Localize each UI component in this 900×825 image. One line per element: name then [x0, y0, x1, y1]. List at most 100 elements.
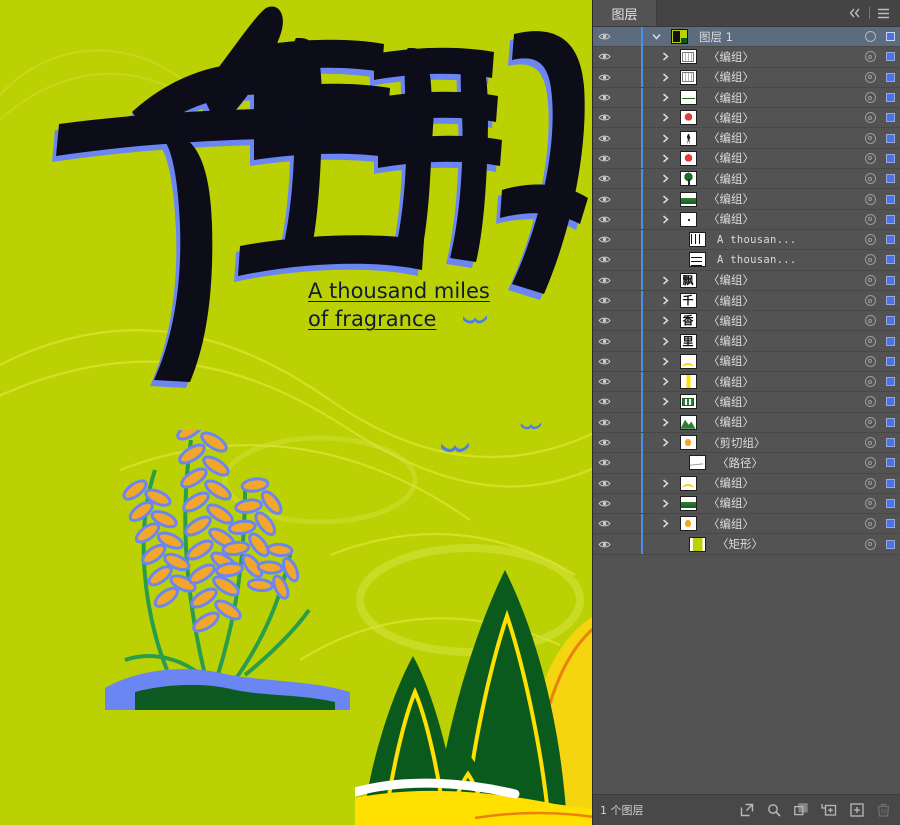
layer-thumbnail[interactable]	[675, 495, 701, 511]
layer-row[interactable]: 〈编组〉	[593, 168, 900, 190]
layer-selection-swatch[interactable]	[880, 458, 900, 468]
layer-row[interactable]: 〈矩形〉	[593, 534, 900, 555]
layer-target-indicator[interactable]	[860, 538, 880, 550]
layer-thumbnail[interactable]	[675, 150, 701, 166]
layer-selection-swatch[interactable]	[880, 133, 900, 143]
layer-thumbnail[interactable]	[666, 29, 692, 45]
layer-rows-container[interactable]: 图层 1 〈编组〉 〈编组〉 〈编组〉 〈编组〉 〈编组〉 〈编组〉 〈编组〉 〈编组〉 〈编组〉…	[593, 27, 900, 794]
layer-row[interactable]: 图层 1	[593, 27, 900, 48]
layer-row[interactable]: 〈编组〉	[593, 493, 900, 515]
layer-row[interactable]: 〈编组〉	[593, 87, 900, 109]
layer-selection-swatch[interactable]	[880, 498, 900, 508]
chevron-down-icon[interactable]	[646, 33, 666, 40]
layer-visibility-toggle[interactable]	[593, 377, 616, 386]
layer-row[interactable]: 〈编组〉	[593, 392, 900, 413]
layer-selection-swatch[interactable]	[880, 32, 900, 42]
layer-name-label[interactable]: 〈编组〉	[701, 191, 860, 207]
new-layer-plus-icon[interactable]	[850, 803, 864, 817]
layer-name-label[interactable]: 图层 1	[692, 29, 860, 45]
layer-row[interactable]: 里〈编组〉	[593, 331, 900, 352]
chevron-right-icon[interactable]	[655, 134, 675, 143]
layer-visibility-toggle[interactable]	[593, 540, 616, 549]
layer-selection-swatch[interactable]	[880, 478, 900, 488]
layer-thumbnail[interactable]	[675, 130, 701, 146]
chevron-right-icon[interactable]	[655, 194, 675, 204]
layer-row[interactable]: 〈编组〉	[593, 148, 900, 170]
chevron-right-icon[interactable]	[655, 276, 675, 285]
layer-thumbnail[interactable]	[675, 414, 701, 430]
layer-selection-swatch[interactable]	[880, 275, 900, 285]
layer-row[interactable]: 〈编组〉	[593, 351, 900, 373]
layer-thumbnail[interactable]	[675, 211, 701, 227]
layer-row[interactable]: 〈编组〉	[593, 189, 900, 210]
layer-visibility-toggle[interactable]	[593, 134, 616, 143]
layer-thumbnail[interactable]: 香	[675, 313, 701, 329]
chevron-right-icon[interactable]	[655, 113, 675, 122]
layer-target-indicator[interactable]	[860, 437, 880, 449]
layer-row[interactable]: 〈编组〉	[593, 107, 900, 129]
layer-visibility-toggle[interactable]	[593, 418, 616, 427]
chevron-right-icon[interactable]	[655, 377, 675, 386]
layer-selection-swatch[interactable]	[880, 397, 900, 407]
layer-visibility-toggle[interactable]	[593, 276, 616, 285]
layer-row[interactable]: A thousan...	[593, 249, 900, 271]
chevron-right-icon[interactable]	[655, 316, 675, 325]
layer-thumbnail[interactable]	[675, 516, 701, 532]
layer-thumbnail[interactable]	[684, 536, 710, 552]
layer-row[interactable]: 飘〈编组〉	[593, 270, 900, 291]
layer-row[interactable]: 〈编组〉	[593, 209, 900, 230]
layer-row[interactable]: 〈剪切组〉	[593, 432, 900, 454]
layer-thumbnail[interactable]	[675, 49, 701, 65]
chevron-right-icon[interactable]	[655, 357, 675, 366]
layer-selection-swatch[interactable]	[880, 235, 900, 245]
layer-visibility-toggle[interactable]	[593, 154, 616, 163]
layer-name-label[interactable]: 〈编组〉	[701, 211, 860, 227]
layer-target-indicator[interactable]	[860, 234, 880, 246]
layer-target-indicator[interactable]	[860, 295, 880, 306]
layer-thumbnail[interactable]	[675, 171, 701, 187]
layer-visibility-toggle[interactable]	[593, 195, 616, 204]
layer-target-indicator[interactable]	[860, 274, 880, 286]
layer-name-label[interactable]: 〈编组〉	[701, 394, 860, 410]
layer-target-indicator[interactable]	[860, 51, 880, 63]
layer-visibility-toggle[interactable]	[593, 215, 616, 224]
layer-target-indicator[interactable]	[860, 518, 880, 530]
layer-name-label[interactable]: 〈编组〉	[701, 110, 860, 126]
layer-row[interactable]: 〈编组〉	[593, 67, 900, 88]
layer-thumbnail[interactable]	[684, 252, 710, 268]
layer-target-indicator[interactable]	[860, 396, 880, 408]
new-sublayer-icon[interactable]	[821, 803, 837, 817]
layer-selection-swatch[interactable]	[880, 153, 900, 163]
layer-thumbnail[interactable]	[675, 353, 701, 369]
layer-visibility-toggle[interactable]	[593, 255, 616, 264]
trash-icon[interactable]	[877, 803, 890, 817]
tab-layers[interactable]: 图层	[593, 0, 657, 26]
layer-visibility-toggle[interactable]	[593, 174, 616, 183]
layer-selection-swatch[interactable]	[880, 438, 900, 448]
layer-row[interactable]: 千〈编组〉	[593, 290, 900, 312]
layer-thumbnail[interactable]: 飘	[675, 272, 701, 288]
layer-name-label[interactable]: 〈编组〉	[701, 90, 860, 106]
layer-visibility-toggle[interactable]	[593, 499, 616, 508]
layer-name-label[interactable]: 〈编组〉	[701, 495, 860, 511]
layer-name-label[interactable]: 〈路径〉	[710, 455, 860, 471]
layer-name-label[interactable]: 〈编组〉	[701, 374, 860, 390]
layer-name-label[interactable]: A thousan...	[710, 234, 860, 246]
layer-thumbnail[interactable]	[675, 435, 701, 451]
layer-target-indicator[interactable]	[860, 254, 880, 266]
layer-name-label[interactable]: 〈编组〉	[701, 293, 860, 309]
layer-thumbnail[interactable]	[675, 90, 701, 106]
layer-visibility-toggle[interactable]	[593, 52, 616, 61]
export-arrow-icon[interactable]	[740, 803, 754, 817]
layer-selection-swatch[interactable]	[880, 214, 900, 224]
layer-name-label[interactable]: 〈编组〉	[701, 130, 860, 146]
layers-panel[interactable]: 图层 图层 1 〈编组〉 〈编组〉 〈编组〉 〈编组〉 〈编组〉 〈编组〉 〈编组〉 〈编组〉〈…	[592, 0, 900, 825]
layer-name-label[interactable]: 〈编组〉	[701, 49, 860, 65]
chevron-right-icon[interactable]	[655, 418, 675, 427]
double-chevron-left-icon[interactable]	[849, 8, 862, 18]
layer-row[interactable]: 〈编组〉	[593, 128, 900, 149]
layer-target-indicator[interactable]	[860, 31, 880, 43]
layer-target-indicator[interactable]	[860, 376, 880, 388]
layer-visibility-toggle[interactable]	[593, 316, 616, 325]
layer-visibility-toggle[interactable]	[593, 32, 616, 41]
